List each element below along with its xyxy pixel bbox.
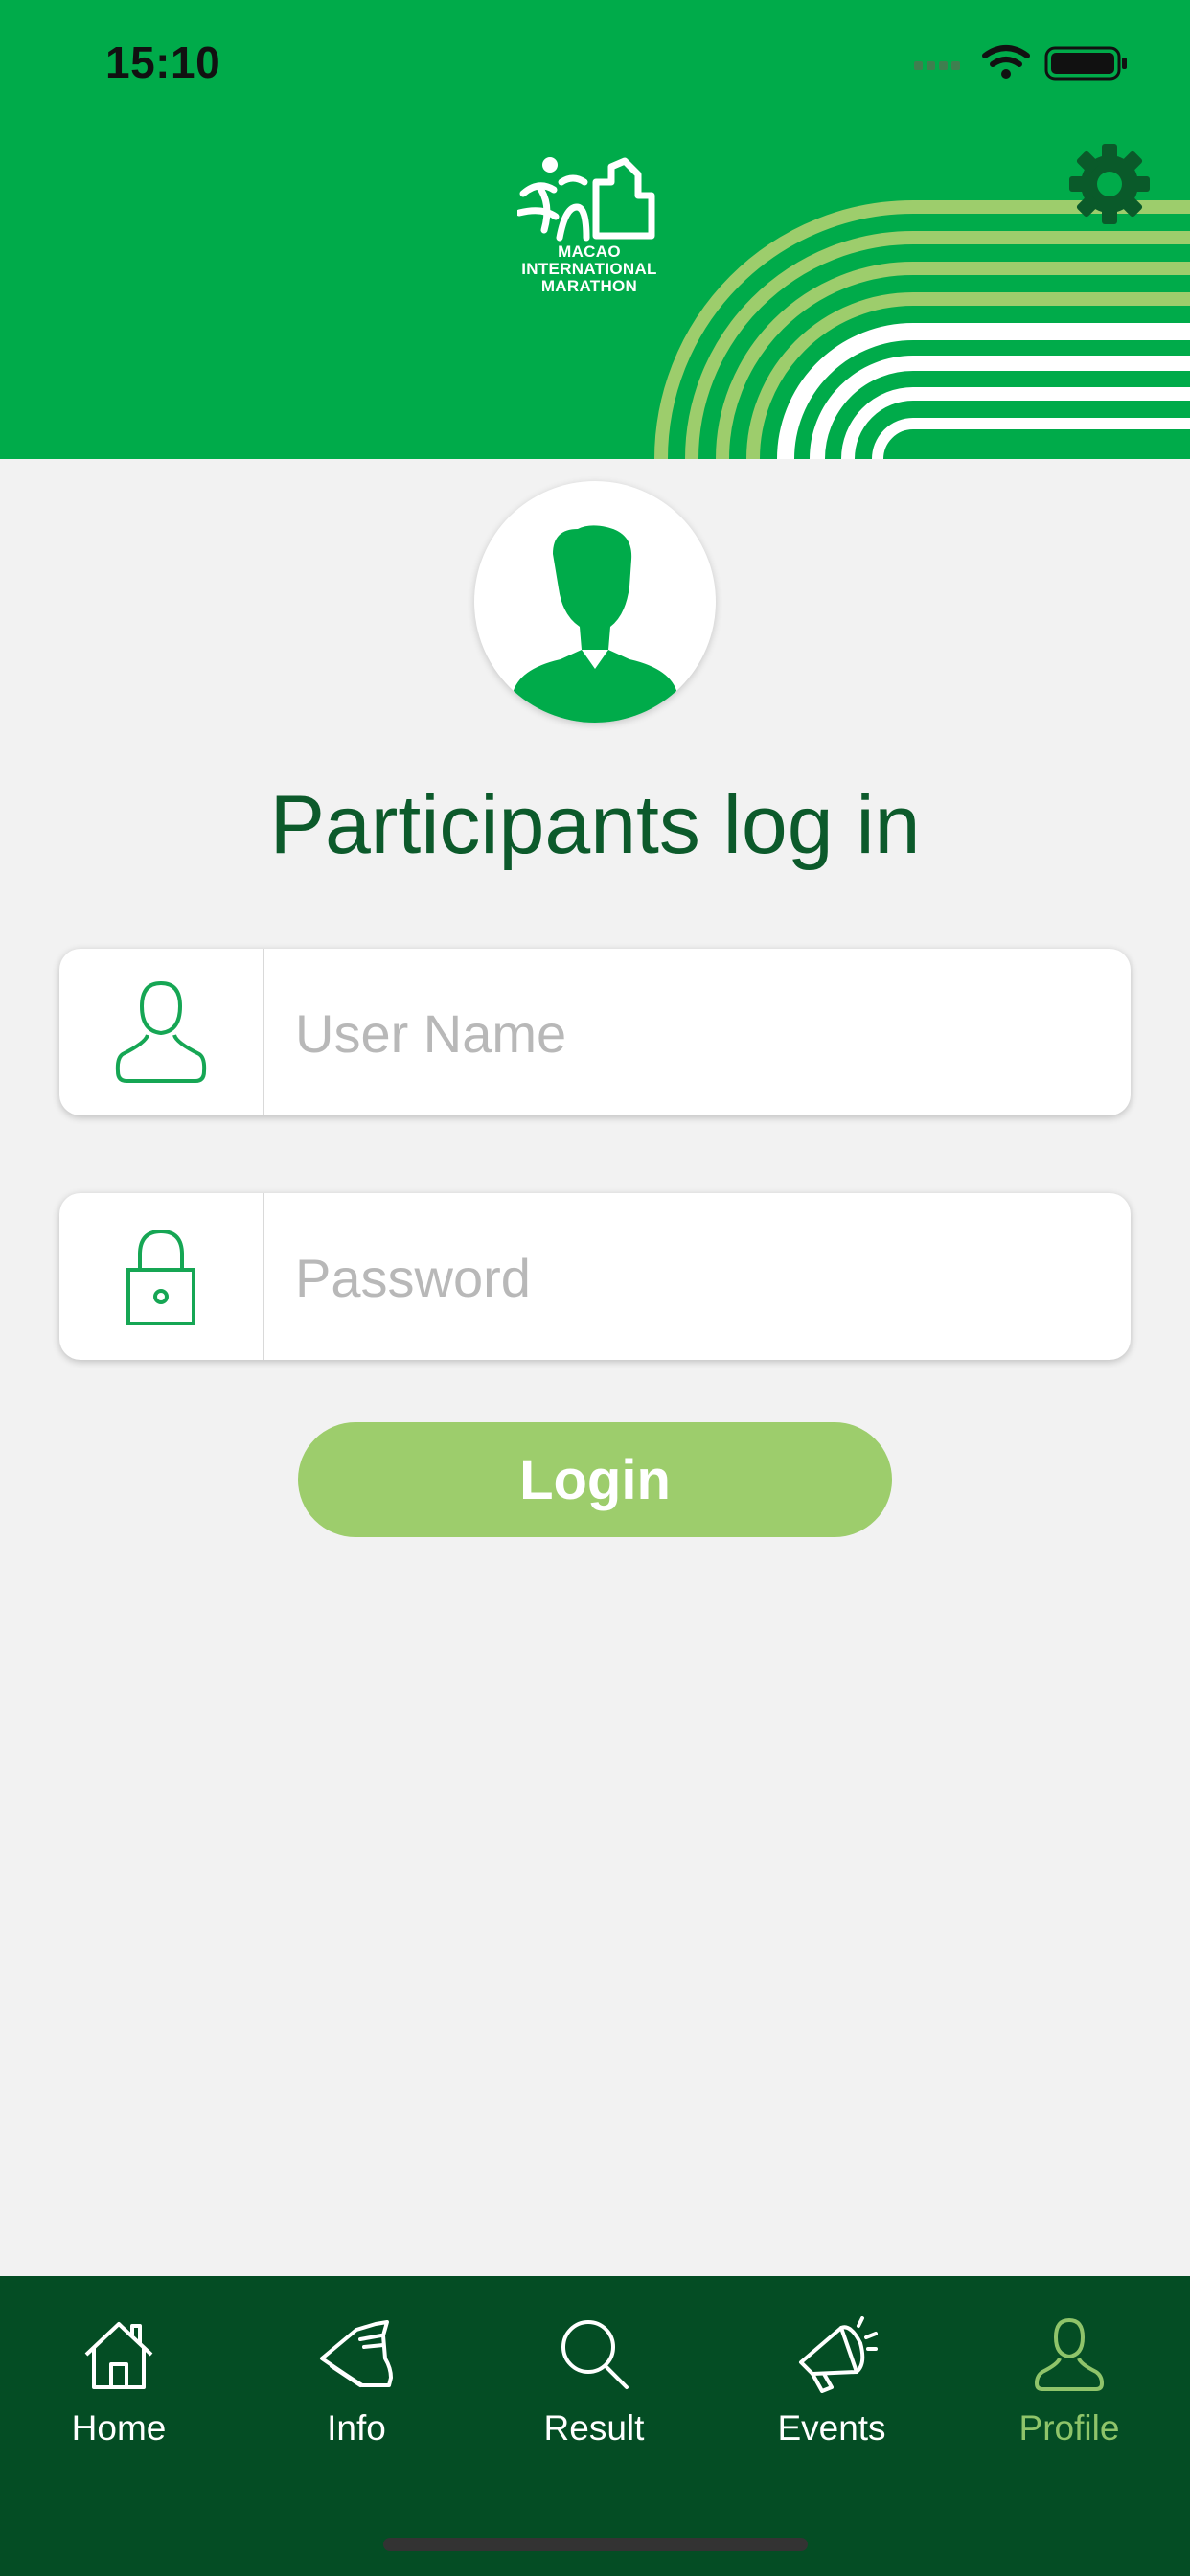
battery-icon (1044, 46, 1127, 80)
tab-label: Info (327, 2408, 386, 2448)
tab-home[interactable]: Home (0, 2316, 238, 2489)
password-input[interactable] (293, 1231, 1102, 1323)
megaphone-icon (799, 2316, 878, 2393)
tab-info[interactable]: Info (238, 2316, 475, 2489)
avatar (474, 481, 716, 723)
tab-profile[interactable]: Profile (950, 2316, 1188, 2489)
logo-wordmark: MACAO INTERNATIONAL MARATHON (521, 242, 657, 295)
tab-label: Result (543, 2408, 645, 2448)
login-button[interactable]: Login (298, 1422, 892, 1537)
tab-label: Events (777, 2408, 886, 2448)
gear-icon[interactable] (1065, 140, 1154, 228)
user-icon (115, 980, 207, 1083)
magnifier-icon (561, 2320, 629, 2389)
house-icon (84, 2322, 153, 2389)
tab-events[interactable]: Events (713, 2316, 950, 2489)
tab-label: Home (71, 2408, 167, 2448)
cellular-signal-icon (914, 61, 960, 70)
user-silhouette-icon (513, 525, 677, 723)
status-time: 15:10 (105, 37, 221, 87)
page-title: Participants log in (269, 779, 921, 871)
password-field[interactable] (59, 1193, 1131, 1360)
username-input[interactable] (293, 987, 1102, 1079)
status-indicators (914, 45, 1127, 80)
app-header: 15:10 MACAO INTERNATIONAL MARATHON (0, 0, 1190, 459)
home-indicator (383, 2538, 808, 2551)
bottom-tab-bar: Home Info Result Events Profile (0, 2276, 1190, 2576)
username-icon-cell (59, 949, 264, 1116)
running-shoe-icon (320, 2320, 393, 2387)
password-icon-cell (59, 1193, 264, 1360)
tab-label: Profile (1018, 2408, 1120, 2448)
marathon-logo-icon (517, 157, 655, 242)
tab-result[interactable]: Result (475, 2316, 713, 2489)
lock-icon (126, 1229, 195, 1325)
user-icon (1034, 2317, 1105, 2391)
wifi-icon (982, 45, 1030, 67)
username-field[interactable] (59, 949, 1131, 1116)
